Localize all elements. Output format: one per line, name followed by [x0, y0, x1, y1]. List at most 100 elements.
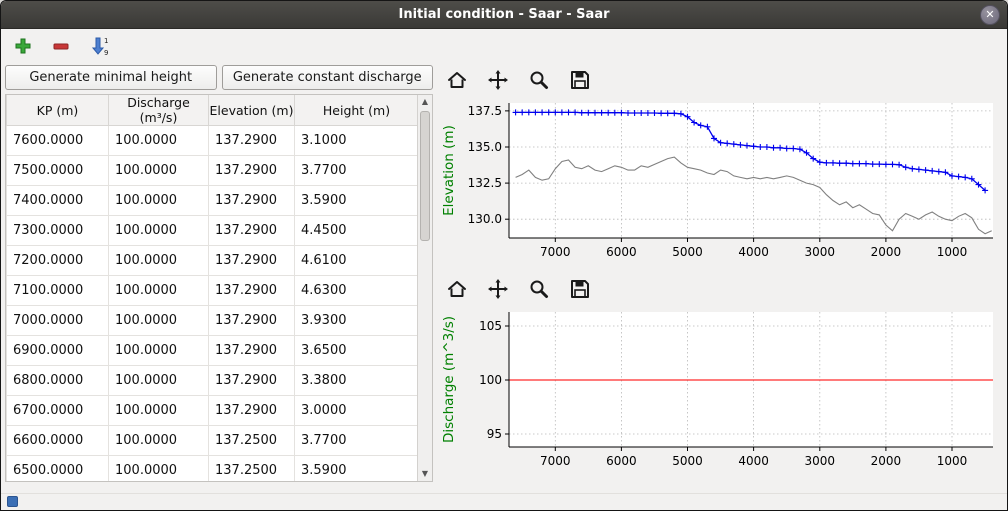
- scroll-up-icon[interactable]: ▲: [418, 95, 432, 109]
- table-cell[interactable]: 137.2900: [209, 126, 295, 156]
- table-cell[interactable]: 3.6500: [295, 336, 419, 366]
- save-icon: [569, 278, 591, 300]
- table-cell[interactable]: 100.0000: [109, 126, 209, 156]
- table-cell[interactable]: 7100.0000: [7, 276, 109, 306]
- status-icon: [7, 496, 18, 507]
- table-cell[interactable]: 137.2900: [209, 366, 295, 396]
- scroll-down-icon[interactable]: ▼: [418, 467, 432, 481]
- table-cell[interactable]: 6900.0000: [7, 336, 109, 366]
- y-axis-label: Elevation (m): [441, 125, 457, 216]
- home-button[interactable]: [445, 68, 469, 92]
- zoom-button[interactable]: [527, 68, 551, 92]
- table-row: 7400.0000100.0000137.29003.5900: [7, 186, 419, 216]
- table-cell[interactable]: 3.0000: [295, 396, 419, 426]
- table-cell[interactable]: 137.2900: [209, 306, 295, 336]
- close-button[interactable]: ✕: [980, 5, 1000, 25]
- chart-canvas[interactable]: 7000600050004000300020001000130.0132.513…: [437, 95, 1001, 270]
- table-cell[interactable]: 137.2900: [209, 276, 295, 306]
- table-cell[interactable]: 6600.0000: [7, 426, 109, 456]
- remove-icon: [52, 37, 70, 55]
- discharge-plot-toolbar: [437, 274, 1007, 304]
- zoom-button[interactable]: [527, 277, 551, 301]
- initial-condition-table: KP (m)Discharge (m³/s)Elevation (m)Heigh…: [5, 94, 433, 482]
- table-cell[interactable]: 3.1000: [295, 126, 419, 156]
- table-cell[interactable]: 7300.0000: [7, 216, 109, 246]
- sort-number-bottom: 9: [104, 49, 108, 56]
- table-cell[interactable]: 3.5900: [295, 186, 419, 216]
- table-cell[interactable]: 137.2900: [209, 336, 295, 366]
- table-cell[interactable]: 137.2900: [209, 396, 295, 426]
- table-cell[interactable]: 4.6300: [295, 276, 419, 306]
- table-cell[interactable]: 7000.0000: [7, 306, 109, 336]
- table-cell[interactable]: 100.0000: [109, 306, 209, 336]
- table-cell[interactable]: 3.5900: [295, 456, 419, 483]
- table-cell[interactable]: 7600.0000: [7, 126, 109, 156]
- table-cell[interactable]: 137.2900: [209, 156, 295, 186]
- app-window: Initial condition - Saar - Saar ✕ 1 9 Ge…: [0, 0, 1008, 511]
- table-cell[interactable]: 3.9300: [295, 306, 419, 336]
- table-cell[interactable]: 137.2500: [209, 426, 295, 456]
- discharge-chart[interactable]: 700060005000400030002000100095100105Disc…: [437, 304, 1001, 479]
- table-cell[interactable]: 100.0000: [109, 186, 209, 216]
- y-tick-label: 132.5: [468, 176, 502, 190]
- table-cell[interactable]: 7400.0000: [7, 186, 109, 216]
- table-row: 7000.0000100.0000137.29003.9300: [7, 306, 419, 336]
- table-cell[interactable]: 137.2500: [209, 456, 295, 483]
- table-cell[interactable]: 100.0000: [109, 396, 209, 426]
- left-panel: Generate minimal height Generate constan…: [5, 65, 433, 482]
- table-cell[interactable]: 100.0000: [109, 336, 209, 366]
- table-cell[interactable]: 100.0000: [109, 216, 209, 246]
- pan-button[interactable]: [486, 68, 510, 92]
- add-row-button[interactable]: [11, 34, 35, 58]
- save-button[interactable]: [568, 277, 592, 301]
- table-cell[interactable]: 6700.0000: [7, 396, 109, 426]
- column-header[interactable]: Elevation (m): [209, 95, 295, 126]
- generate-constant-discharge-button[interactable]: Generate constant discharge: [222, 65, 434, 90]
- table-cell[interactable]: 7200.0000: [7, 246, 109, 276]
- home-icon: [446, 69, 468, 91]
- home-button[interactable]: [445, 277, 469, 301]
- window-title: Initial condition - Saar - Saar: [398, 7, 609, 22]
- table-scrollbar[interactable]: ▲ ▼: [417, 95, 432, 481]
- table-cell[interactable]: 6500.0000: [7, 456, 109, 483]
- table-cell[interactable]: 100.0000: [109, 456, 209, 483]
- x-tick-label: 4000: [738, 454, 769, 468]
- x-tick-label: 2000: [871, 454, 902, 468]
- table-cell[interactable]: 3.7700: [295, 426, 419, 456]
- table-cell[interactable]: 100.0000: [109, 246, 209, 276]
- column-header[interactable]: Discharge (m³/s): [109, 95, 209, 126]
- column-header[interactable]: KP (m): [7, 95, 109, 126]
- table-cell[interactable]: 3.7700: [295, 156, 419, 186]
- table-header-row: KP (m)Discharge (m³/s)Elevation (m)Heigh…: [7, 95, 419, 126]
- pan-icon: [487, 278, 509, 300]
- chart-canvas[interactable]: 700060005000400030002000100095100105Disc…: [437, 304, 1001, 479]
- right-panel: 7000600050004000300020001000130.0132.513…: [437, 65, 1007, 479]
- table-cell[interactable]: 137.2900: [209, 246, 295, 276]
- sort-button[interactable]: 1 9: [87, 34, 111, 58]
- home-icon: [446, 278, 468, 300]
- table-cell[interactable]: 4.4500: [295, 216, 419, 246]
- table-body: 7600.0000100.0000137.29003.10007500.0000…: [7, 126, 419, 483]
- table-cell[interactable]: 137.2900: [209, 216, 295, 246]
- table-cell[interactable]: 4.6100: [295, 246, 419, 276]
- generate-minimal-height-button[interactable]: Generate minimal height: [5, 65, 217, 90]
- pan-button[interactable]: [486, 277, 510, 301]
- remove-row-button[interactable]: [49, 34, 73, 58]
- elevation-chart[interactable]: 7000600050004000300020001000130.0132.513…: [437, 95, 1001, 270]
- titlebar[interactable]: Initial condition - Saar - Saar ✕: [1, 1, 1007, 29]
- x-tick-label: 3000: [805, 454, 836, 468]
- x-tick-label: 5000: [672, 245, 703, 259]
- table-row: 7300.0000100.0000137.29004.4500: [7, 216, 419, 246]
- table-cell[interactable]: 3.3800: [295, 366, 419, 396]
- save-button[interactable]: [568, 68, 592, 92]
- table-cell[interactable]: 100.0000: [109, 366, 209, 396]
- table-cell[interactable]: 100.0000: [109, 156, 209, 186]
- column-header[interactable]: Height (m): [295, 95, 419, 126]
- table-cell[interactable]: 7500.0000: [7, 156, 109, 186]
- table-cell[interactable]: 100.0000: [109, 276, 209, 306]
- table-cell[interactable]: 137.2900: [209, 186, 295, 216]
- table-cell[interactable]: 100.0000: [109, 426, 209, 456]
- table-cell[interactable]: 6800.0000: [7, 366, 109, 396]
- sort-icon: 1 9: [89, 36, 109, 56]
- scrollbar-thumb[interactable]: [420, 111, 430, 241]
